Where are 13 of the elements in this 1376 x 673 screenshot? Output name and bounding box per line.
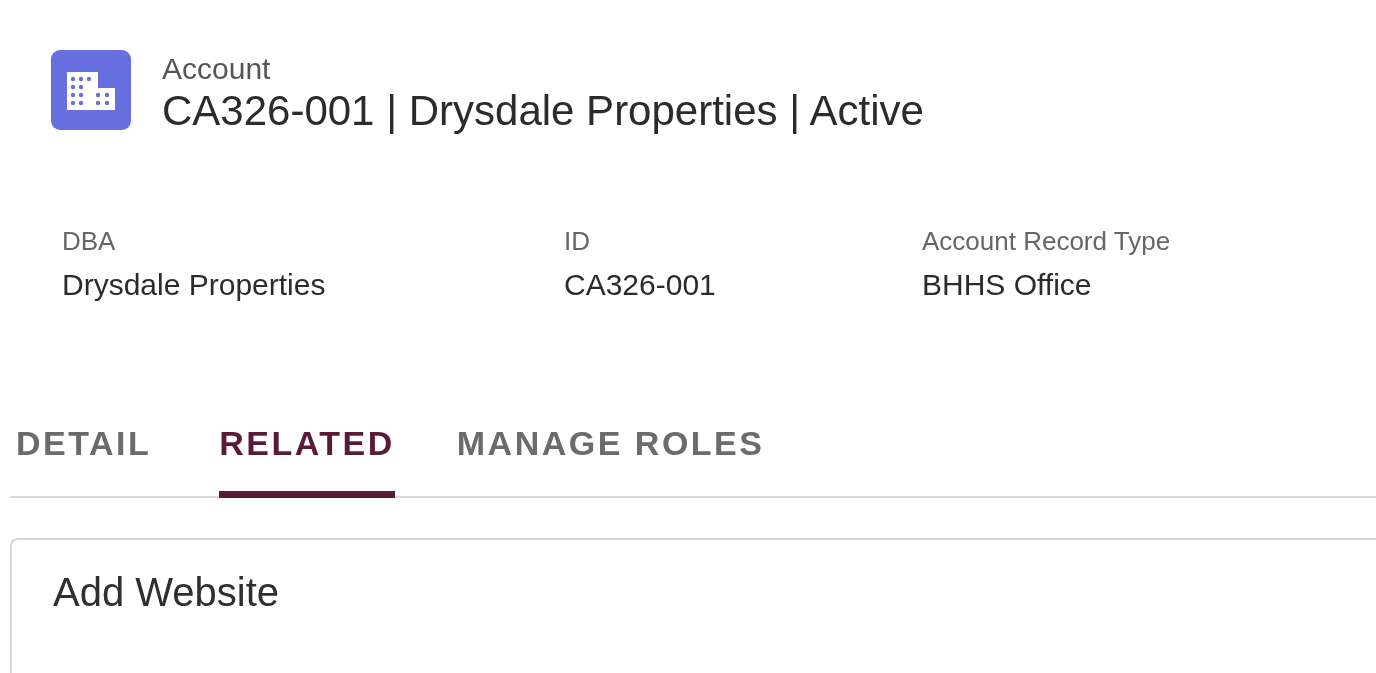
record-title: CA326-001 | Drysdale Properties | Active (162, 86, 924, 136)
building-icon (51, 50, 131, 130)
tab[interactable]: DETAIL (16, 424, 152, 498)
field-value: Drysdale Properties (62, 268, 327, 302)
field-value: CA326-001 (564, 268, 717, 302)
field-label: DBA (62, 226, 117, 256)
tab[interactable]: RELATED (219, 424, 395, 498)
card-title: Add Website (53, 570, 280, 614)
tab[interactable]: MANAGE ROLES (456, 424, 765, 498)
object-type: Account (162, 52, 272, 86)
field-label: ID (564, 226, 591, 256)
field-value: BHHS Office (922, 268, 1093, 302)
field-label: Account Record Type (922, 226, 1171, 256)
